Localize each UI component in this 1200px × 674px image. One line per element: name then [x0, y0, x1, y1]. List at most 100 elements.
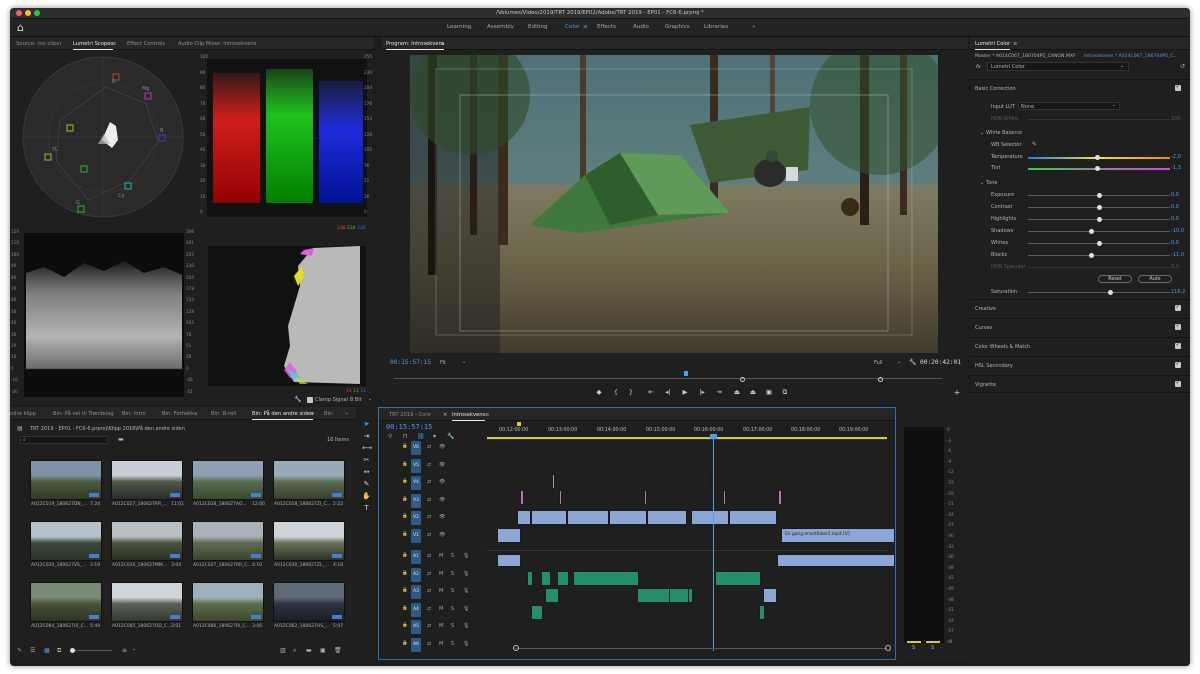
sort-icons-icon[interactable]: ≡ — [122, 647, 127, 654]
mark-out-icon[interactable]: } — [626, 388, 636, 396]
close-tab-icon[interactable]: × — [443, 412, 447, 418]
tab-bin-forhekka[interactable]: Bin: Forhekka — [162, 411, 197, 417]
export-frame-camera-icon[interactable]: ▣ — [764, 388, 774, 396]
workspace-tab-graphics[interactable]: Graphics — [665, 24, 690, 30]
effect-select[interactable]: Lumetri Color ⌄ — [987, 62, 1129, 71]
toggle-output-eye-icon[interactable]: 👁 — [439, 462, 445, 468]
workspace-tab-audio[interactable]: Audio — [633, 24, 649, 30]
curves-checkbox[interactable] — [1175, 323, 1181, 330]
new-item-icon[interactable]: ▣ — [320, 647, 326, 654]
toggle-output-eye-icon[interactable]: 👁 — [439, 532, 445, 538]
new-bin-icon[interactable]: ▬ — [118, 436, 124, 443]
timeline-playhead[interactable] — [713, 436, 714, 651]
temperature-value[interactable]: -2,0 — [1171, 154, 1181, 160]
audio-clip[interactable] — [763, 588, 777, 603]
title-clip[interactable] — [644, 490, 647, 505]
workspace-tab-assembly[interactable]: Assembly — [487, 24, 514, 30]
track-header-v5[interactable]: 🔒 V5 ⇄ 👁 — [379, 458, 487, 475]
lock-track-icon[interactable]: 🔒 — [402, 606, 408, 611]
track-target-v1[interactable]: V1 — [411, 528, 421, 543]
tab-effect-controls[interactable]: Effect Controls — [127, 41, 165, 47]
vignette-checkbox[interactable] — [1175, 380, 1181, 387]
sync-lock-icon[interactable]: ⇄ — [427, 606, 431, 612]
tab-bin-trondelag[interactable]: Bin: På vei til Trøndelag — [53, 411, 114, 417]
clamp-signal-checkbox[interactable] — [307, 397, 313, 403]
mute-track-button[interactable]: M — [439, 623, 443, 629]
workspace-tab-color[interactable]: Color — [565, 24, 580, 30]
slip-tool-icon[interactable]: ↔ — [362, 468, 371, 477]
lock-track-icon[interactable]: 🔒 — [402, 444, 408, 449]
sync-lock-icon[interactable]: ⇄ — [427, 497, 431, 503]
solo-track-button[interactable]: S — [451, 588, 454, 594]
sync-lock-icon[interactable]: ⇄ — [427, 514, 431, 520]
workspace-tab-learning[interactable]: Learning — [447, 24, 471, 30]
panel-menu-icon[interactable]: ≡ — [440, 41, 444, 47]
solo-left-button[interactable]: S — [912, 645, 915, 651]
tone-title[interactable]: Tone — [986, 180, 998, 186]
scroll-handle-left[interactable] — [513, 645, 519, 651]
audio-clip[interactable] — [527, 571, 533, 586]
panel-menu-icon[interactable]: ≡ — [112, 41, 116, 47]
settings-wrench-icon[interactable]: 🔧 — [909, 359, 916, 366]
sync-lock-icon[interactable]: ⇄ — [427, 588, 431, 594]
lock-track-icon[interactable]: 🔒 — [402, 462, 408, 467]
automate-to-sequence-icon[interactable]: ▥ — [280, 647, 286, 654]
lock-track-icon[interactable]: 🔒 — [402, 571, 408, 576]
panel-menu-icon[interactable]: ≡ — [310, 411, 314, 417]
audio-clip[interactable] — [545, 588, 559, 603]
timeline-horizontal-scrollbar[interactable] — [515, 648, 887, 649]
bin-clip-thumbnail[interactable] — [273, 582, 345, 622]
voice-over-record-icon[interactable]: 🎙 — [463, 606, 469, 612]
audio-clip[interactable] — [759, 605, 765, 620]
basic-correction-title[interactable]: Basic Correction — [975, 86, 1016, 92]
tone-contrast-value[interactable]: 0,0 — [1171, 204, 1179, 210]
program-playhead[interactable] — [684, 371, 688, 376]
add-button-icon[interactable]: + — [952, 388, 962, 397]
auto-tone-button[interactable]: Auto — [1138, 275, 1172, 283]
solo-track-button[interactable]: S — [451, 606, 454, 612]
lock-track-icon[interactable]: 🔒 — [402, 532, 408, 537]
bit-depth-select[interactable]: 8 Bit — [350, 397, 362, 403]
temperature-slider[interactable] — [1028, 155, 1170, 160]
sync-lock-icon[interactable]: ⇄ — [427, 479, 431, 485]
track-header-a5[interactable]: 🔒 A5 ⇄ M S 🎙 — [379, 619, 487, 636]
extract-icon[interactable]: ⏏ — [748, 388, 758, 396]
audio-clip[interactable] — [541, 571, 551, 586]
solo-track-button[interactable]: S — [451, 623, 454, 629]
workspace-tab-editing[interactable]: Editing — [528, 24, 547, 30]
timeline-timecode[interactable]: 00:15:57:15 — [386, 423, 432, 431]
hsl-secondary-checkbox[interactable] — [1175, 361, 1181, 368]
sync-lock-icon[interactable]: ⇄ — [427, 532, 431, 538]
video-clip[interactable] — [691, 510, 729, 525]
saturation-slider-knob[interactable] — [1107, 290, 1113, 295]
track-target-a6[interactable]: A6 — [411, 637, 421, 652]
tone-blacks-slider[interactable] — [1028, 253, 1170, 258]
panel-menu-icon[interactable]: ≡ — [485, 412, 489, 418]
track-target-a3[interactable]: A3 — [411, 585, 421, 599]
basic-correction-checkbox[interactable] — [1175, 84, 1181, 91]
workspace-menu-icon[interactable]: ≡ — [583, 24, 588, 30]
sync-lock-icon[interactable]: ⇄ — [427, 623, 431, 629]
white-balance-title[interactable]: White Balance — [986, 130, 1022, 136]
track-header-a3[interactable]: 🔒 A3 ⇄ M S 🎙 — [379, 584, 487, 601]
sync-lock-icon[interactable]: ⇄ — [427, 571, 431, 577]
fx-badge[interactable]: fx — [976, 64, 981, 70]
track-target-v5[interactable]: V5 — [411, 458, 421, 473]
video-clip[interactable] — [497, 528, 521, 543]
tone-whites-knob[interactable] — [1096, 241, 1102, 246]
track-target-v3[interactable]: V3 — [411, 493, 421, 508]
title-clip[interactable] — [559, 490, 562, 505]
mute-track-button[interactable]: M — [439, 571, 443, 577]
track-target-v4[interactable]: V4 — [411, 476, 421, 490]
bin-clip-thumbnail[interactable] — [111, 521, 183, 561]
title-clip[interactable] — [723, 490, 726, 505]
reset-effect-icon[interactable]: ↺ — [1180, 63, 1185, 70]
tab-lumetri-scopes[interactable]: Lumetri Scopes — [73, 41, 114, 50]
audio-clip[interactable] — [557, 571, 569, 586]
tabs-overflow-button[interactable]: » — [345, 411, 348, 417]
solo-track-button[interactable]: S — [451, 571, 454, 577]
video-clip[interactable] — [729, 510, 777, 525]
track-header-v6[interactable]: 🔒 V6 ⇄ 👁 — [379, 440, 487, 457]
solo-right-button[interactable]: S — [931, 645, 934, 651]
scroll-handle-right[interactable] — [885, 645, 891, 651]
